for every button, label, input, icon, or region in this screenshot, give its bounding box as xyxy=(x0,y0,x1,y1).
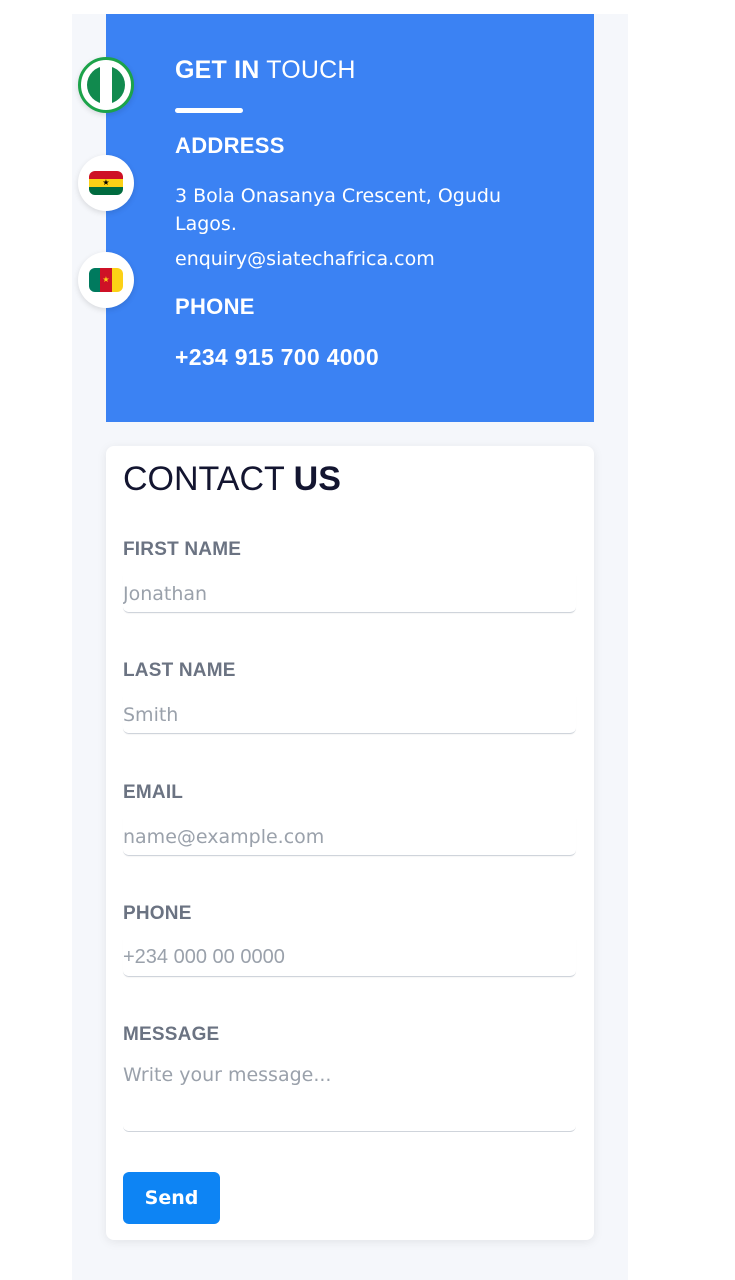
nigeria-flag-button[interactable] xyxy=(78,57,134,113)
email-link[interactable]: enquiry@siatechafrica.com xyxy=(175,245,435,273)
ghana-flag-button[interactable]: ★ xyxy=(78,155,134,211)
message-label: MESSAGE xyxy=(123,1024,220,1045)
phone-group: PHONE xyxy=(123,903,576,977)
address-text: 3 Bola Onasanya Crescent, Ogudu Lagos. xyxy=(175,185,502,235)
nigeria-flag-icon xyxy=(87,66,125,104)
title-underline xyxy=(175,108,243,113)
cameroon-flag-button[interactable]: ★ xyxy=(78,252,134,308)
contact-title-strong: US xyxy=(293,460,341,498)
info-title-light: TOUCH xyxy=(266,56,356,84)
top-bar xyxy=(72,0,628,14)
ghana-flag-icon: ★ xyxy=(89,171,123,195)
email-label: EMAIL xyxy=(123,782,184,803)
last-name-group: LAST NAME xyxy=(123,660,576,734)
message-textarea[interactable] xyxy=(123,1060,576,1132)
info-title-strong: GET IN xyxy=(175,56,260,84)
last-name-input[interactable] xyxy=(123,696,576,734)
email-input[interactable] xyxy=(123,818,576,856)
first-name-label: FIRST NAME xyxy=(123,539,242,560)
send-button[interactable]: Send xyxy=(123,1172,220,1224)
address-label: ADDRESS xyxy=(175,133,285,158)
phone-number-link[interactable]: +234 915 700 4000 xyxy=(175,344,379,371)
first-name-input[interactable] xyxy=(123,575,576,613)
phone-label: PHONE xyxy=(175,294,255,319)
first-name-group: FIRST NAME xyxy=(123,539,576,613)
phone-field-label: PHONE xyxy=(123,903,192,924)
contact-title-light: CONTACT xyxy=(123,460,285,498)
contact-title: CONTACT US xyxy=(123,460,341,499)
contact-form-card: CONTACT US FIRST NAME LAST NAME EMAIL PH… xyxy=(106,446,594,1240)
info-title: GET IN TOUCH xyxy=(175,56,356,85)
email-group: EMAIL xyxy=(123,782,576,856)
message-group: MESSAGE xyxy=(123,1024,576,1132)
phone-input[interactable] xyxy=(123,939,576,977)
last-name-label: LAST NAME xyxy=(123,660,236,681)
contact-info-panel: GET IN TOUCH ADDRESS 3 Bola Onasanya Cre… xyxy=(106,14,594,422)
cameroon-flag-icon: ★ xyxy=(89,268,123,292)
